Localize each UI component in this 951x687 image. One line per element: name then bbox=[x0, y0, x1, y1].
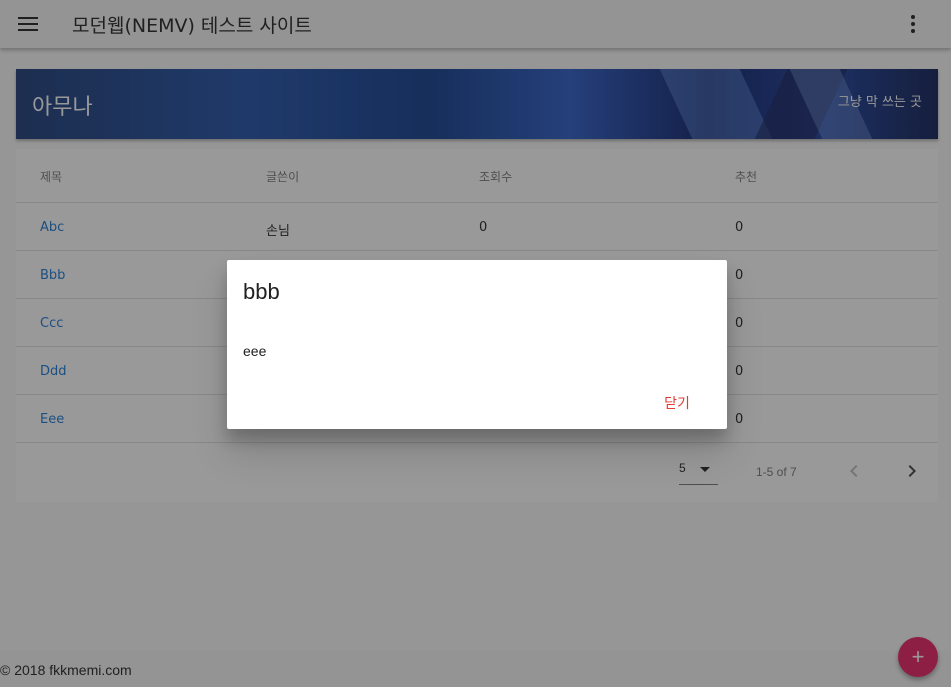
dialog-title: bbb bbox=[243, 279, 280, 304]
close-button[interactable]: 닫기 bbox=[649, 389, 705, 417]
dialog-body: eee bbox=[243, 343, 267, 359]
article-dialog: bbb eee 닫기 bbox=[227, 260, 727, 429]
